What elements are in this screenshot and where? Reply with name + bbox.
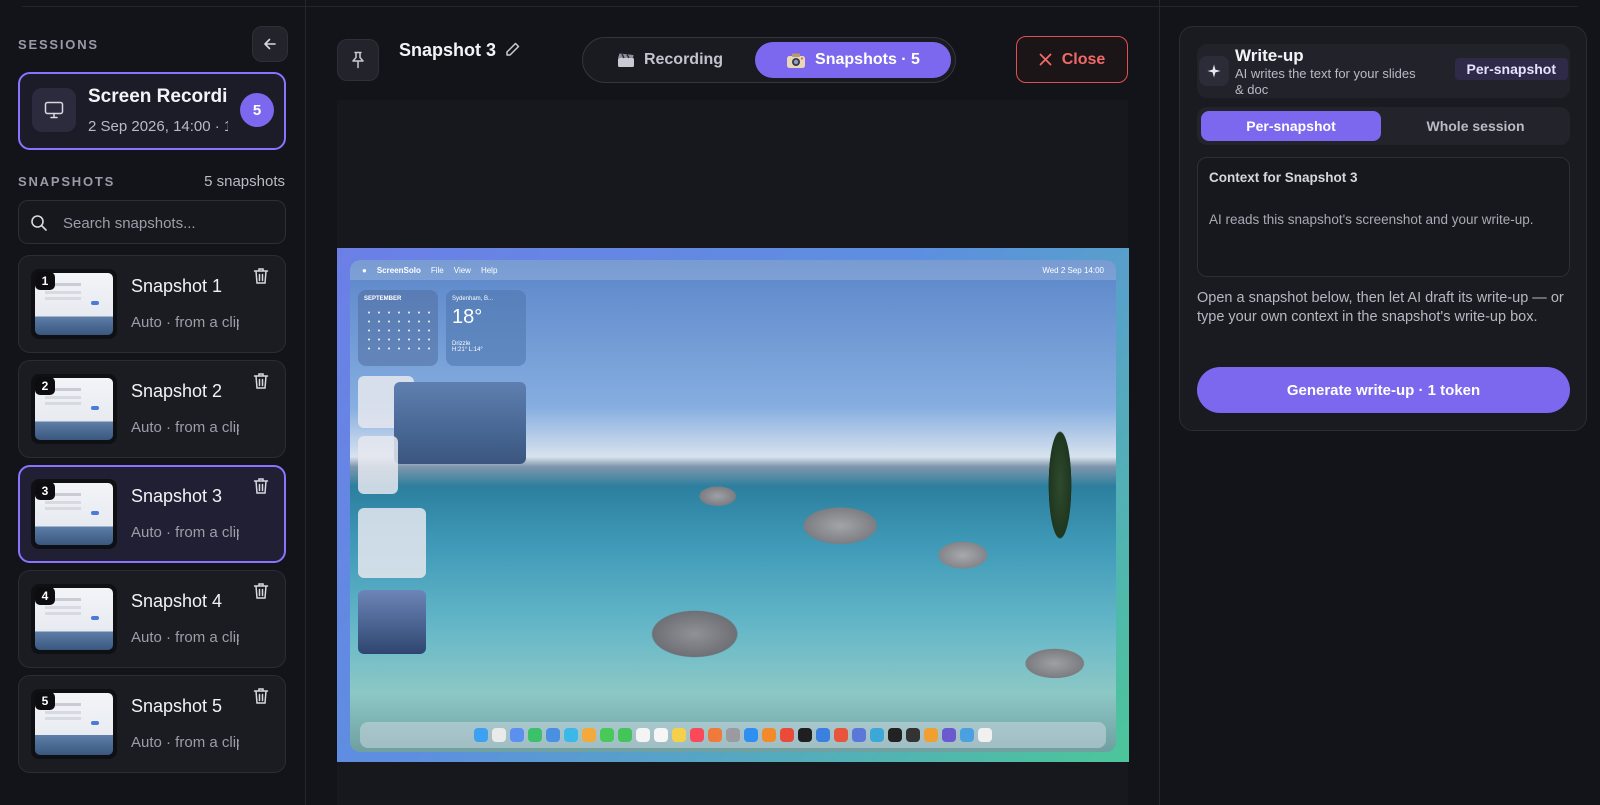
snapshot-source: Auto · from a clip <box>131 314 239 331</box>
context-title: Context for Snapshot 3 <box>1209 170 1358 185</box>
snapshot-item-5[interactable]: 5 Snapshot 5 Auto · from a clip <box>18 675 286 773</box>
menubar-app-name: ScreenSolo <box>376 265 421 275</box>
snapshot-number: 3 <box>35 482 55 500</box>
snapshot-number: 1 <box>35 272 55 290</box>
snapshot-source: Auto · from a clip <box>131 524 239 541</box>
snapshot-image[interactable]: ● ScreenSolo File View Help Wed 2 Sep 14… <box>337 248 1129 762</box>
pin-icon <box>352 51 364 69</box>
trash-icon[interactable] <box>251 266 271 286</box>
search-input[interactable] <box>63 211 273 235</box>
session-date: 2 Sep 2026, 14:00 · 1 min <box>88 118 228 135</box>
writeup-column: Write-up AI writes the text for your sli… <box>1159 0 1600 805</box>
snapshot-item-2[interactable]: 2 Snapshot 2 Auto · from a clip <box>18 360 286 458</box>
weather-widget: Sydenham, B... 18° Drizzle H:21° L:14° <box>446 290 526 366</box>
mac-menubar: ● ScreenSolo File View Help Wed 2 Sep 14… <box>350 260 1116 280</box>
menubar-view: View <box>453 265 471 275</box>
menubar-file: File <box>430 265 444 275</box>
snapshot-number: 4 <box>35 587 55 605</box>
tab-snapshots[interactable]: Snapshots · 5 <box>755 42 951 78</box>
weather-range: H:21° L:14° <box>452 347 483 353</box>
snapshot-source: Auto · from a clip <box>131 734 239 751</box>
context-box[interactable]: Context for Snapshot 3 AI reads this sna… <box>1197 157 1570 277</box>
tab-recording[interactable]: Recording <box>587 42 753 78</box>
writeup-hint: Open a snapshot below, then let AI draft… <box>1197 290 1564 325</box>
snapshot-number: 5 <box>35 692 55 710</box>
snapshot-name: Snapshot 1 <box>131 276 223 296</box>
sparkle-icon <box>1199 56 1229 86</box>
snapshot-source: Auto · from a clip <box>131 419 239 436</box>
session-snapshot-badge: 5 <box>240 93 274 127</box>
weather-temp: 18° <box>452 306 483 328</box>
snapshot-name: Snapshot 4 <box>131 591 223 611</box>
clapperboard-icon <box>617 53 634 67</box>
calendar-month: SEPTEMBER <box>364 296 402 302</box>
photo-preview <box>394 382 526 464</box>
menubar-help: Help <box>480 265 498 275</box>
snapshot-item-1[interactable]: 1 Snapshot 1 Auto · from a clip <box>18 255 286 353</box>
snapshot-name: Snapshot 3 <box>131 486 223 506</box>
sessions-heading: SESSIONS <box>18 37 99 52</box>
tab-recording-label: Recording <box>643 51 724 68</box>
snapshots-heading: SNAPSHOTS <box>18 174 116 189</box>
monitor-icon <box>32 88 76 132</box>
close-label: Close <box>1061 50 1106 68</box>
trash-icon[interactable] <box>251 686 271 706</box>
view-toggle: Recording Snapshots · 5 <box>582 37 956 83</box>
desktop-wallpaper: ● ScreenSolo File View Help Wed 2 Sep 14… <box>350 260 1116 752</box>
camera-icon <box>787 53 806 68</box>
trash-icon[interactable] <box>251 476 271 496</box>
trash-icon[interactable] <box>251 371 271 391</box>
writeup-header: Write-up AI writes the text for your sli… <box>1197 44 1570 98</box>
search-icon <box>31 215 47 231</box>
close-icon <box>1039 53 1052 66</box>
collapse-sidebar-button[interactable] <box>252 26 288 62</box>
snapshots-count: 5 snapshots <box>204 173 285 190</box>
window-preview <box>358 436 398 494</box>
app-window: SESSIONS Screen Recording 2 Sep 2026, 14… <box>0 0 1600 805</box>
snapshot-source: Auto · from a clip <box>131 629 239 646</box>
calendar-widget: SEPTEMBER <box>358 290 438 366</box>
pencil-icon[interactable] <box>504 41 521 63</box>
snapshot-item-3[interactable]: 3 Snapshot 3 Auto · from a clip <box>18 465 286 563</box>
snapshot-name: Snapshot 5 <box>131 696 223 716</box>
writeup-subtitle: AI writes the text for your slides & doc <box>1235 66 1416 97</box>
window-preview <box>358 590 426 654</box>
mode-badge: Per-snapshot <box>1454 58 1568 80</box>
snapshot-number: 2 <box>35 377 55 395</box>
writeup-mode-tabs: Per-snapshot Whole session <box>1197 107 1570 145</box>
snapshot-name: Snapshot 2 <box>131 381 223 401</box>
window-preview <box>358 508 426 578</box>
tab-snapshots-label: Snapshots · 5 <box>815 51 920 68</box>
sidebar: SESSIONS Screen Recording 2 Sep 2026, 14… <box>0 0 306 805</box>
arrow-left-icon <box>264 38 276 50</box>
mac-dock <box>360 722 1106 748</box>
weather-place: Sydenham, B... <box>452 296 494 302</box>
writeup-panel: Write-up AI writes the text for your sli… <box>1179 26 1587 431</box>
pin-button[interactable] <box>337 39 379 81</box>
tab-per-snapshot[interactable]: Per-snapshot <box>1201 111 1381 141</box>
session-title: Screen Recording <box>88 86 228 107</box>
context-body: AI reads this snapshot's screenshot and … <box>1209 212 1534 227</box>
pine-tree <box>1035 410 1085 580</box>
generate-writeup-button[interactable]: Generate write-up · 1 token <box>1197 367 1570 413</box>
session-card[interactable]: Screen Recording 2 Sep 2026, 14:00 · 1 m… <box>18 72 286 150</box>
trash-icon[interactable] <box>251 581 271 601</box>
menubar-clock: Wed 2 Sep 14:00 <box>1042 265 1104 275</box>
snapshot-item-4[interactable]: 4 Snapshot 4 Auto · from a clip <box>18 570 286 668</box>
snapshot-title: Snapshot 3 <box>399 40 497 60</box>
writeup-title: Write-up <box>1235 46 1304 65</box>
apple-icon: ● <box>362 265 367 275</box>
search-box <box>18 200 286 244</box>
close-button[interactable]: Close <box>1016 36 1128 83</box>
tab-whole-session[interactable]: Whole session <box>1385 111 1566 141</box>
